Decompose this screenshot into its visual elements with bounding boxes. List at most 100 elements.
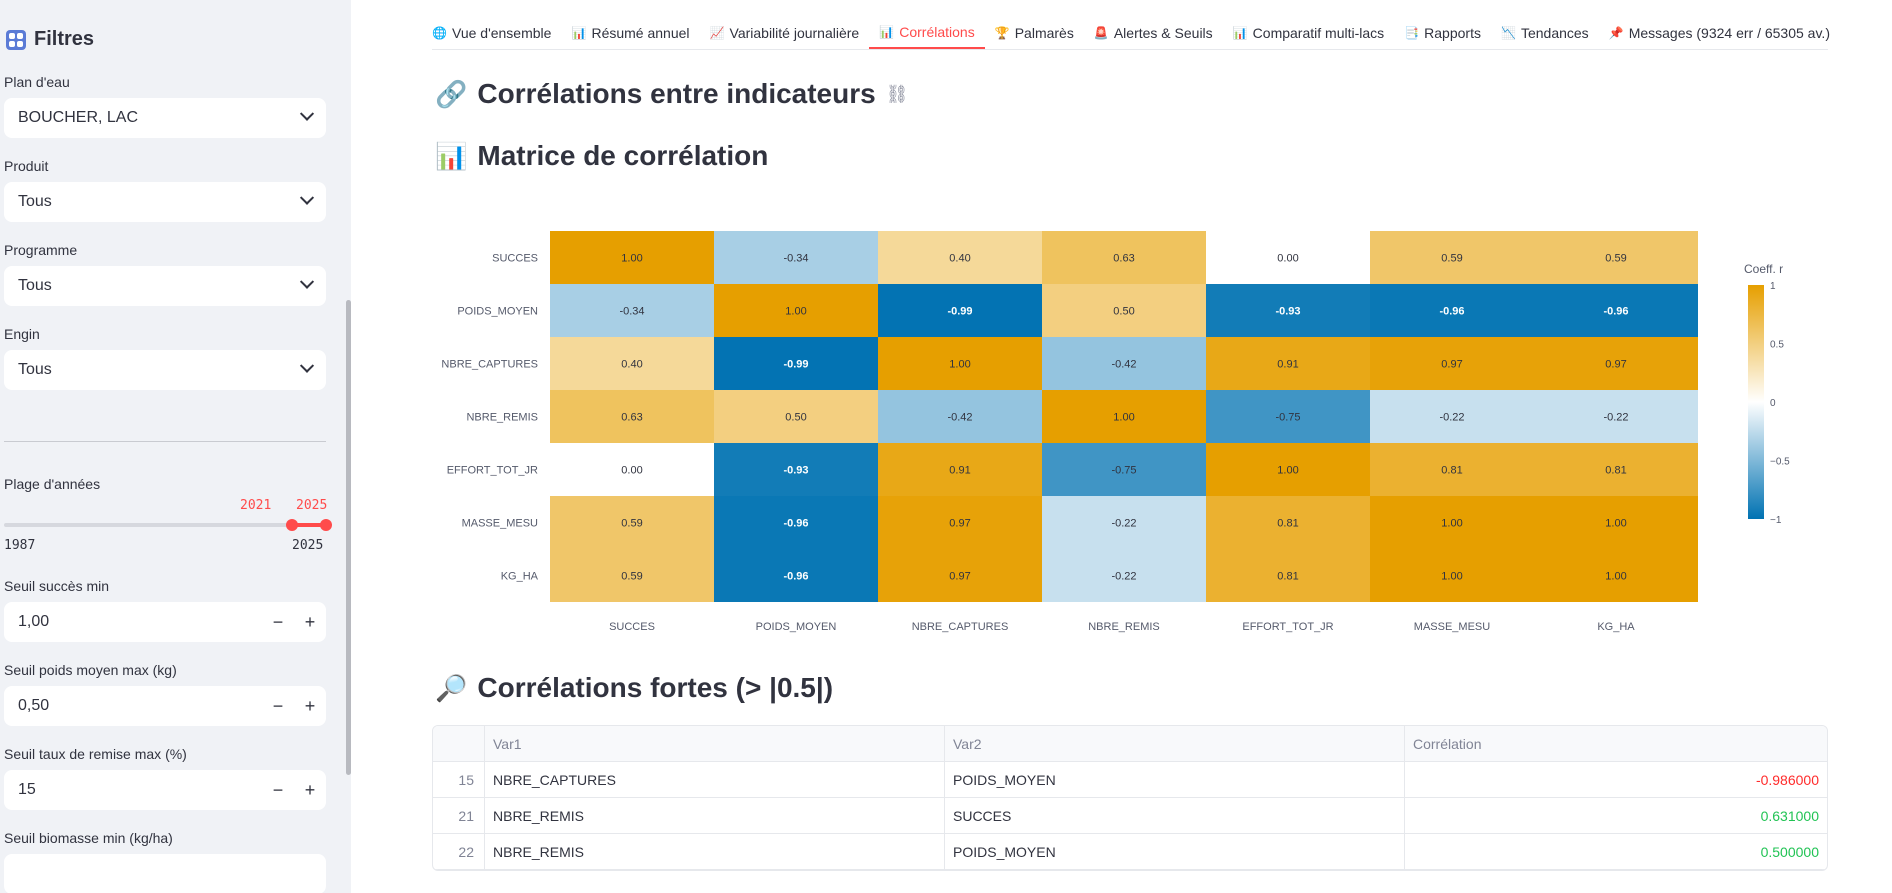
tab-label: Tendances bbox=[1520, 24, 1589, 41]
succes-number-input[interactable]: 1,00 − + bbox=[4, 602, 326, 642]
heatmap-x-tick-label: NBRE_REMIS bbox=[1088, 621, 1160, 633]
tab-8[interactable]: 📉 Tendances bbox=[1491, 16, 1599, 49]
years-slider-high-handle[interactable] bbox=[320, 519, 332, 531]
chevron-down-icon bbox=[299, 358, 315, 373]
heatmap-y-tick-label: EFFORT_TOT_JR bbox=[447, 465, 538, 477]
heatmap-cell-label: 0.40 bbox=[621, 359, 642, 371]
engin-select[interactable]: Tous bbox=[4, 350, 326, 390]
heatmap-x-tick-label: POIDS_MOYEN bbox=[756, 621, 837, 633]
heatmap-cell-label: 0.59 bbox=[1605, 253, 1626, 265]
heatmap-cell-label: 0.50 bbox=[785, 412, 806, 424]
tab-bar: 🌐 Vue d'ensemble 📊 Résumé annuel 📈 Variabilit… bbox=[432, 16, 1830, 50]
row-var2[interactable]: SUCCES bbox=[945, 798, 1405, 833]
tab-4[interactable]: 🏆 Palmarès bbox=[985, 16, 1084, 49]
plan-select-value: BOUCHER, LAC bbox=[18, 109, 139, 126]
row-var1[interactable]: NBRE_CAPTURES bbox=[485, 762, 945, 797]
years-low-value: 2021 bbox=[240, 498, 272, 513]
strong-corr-table[interactable]: Var1 Var2 Corrélation 15 NBRE_CAPTURES POI… bbox=[432, 725, 1828, 871]
row-index: 21 bbox=[433, 798, 485, 833]
tab-2[interactable]: 📈 Variabilité journalière bbox=[700, 16, 870, 49]
tab-5[interactable]: 🚨 Alertes & Seuils bbox=[1084, 16, 1223, 49]
succes-increment-button[interactable]: + bbox=[294, 612, 326, 633]
heatmap-cell-label: 0.97 bbox=[949, 518, 970, 530]
produit-select-value: Tous bbox=[18, 193, 52, 210]
produit-select[interactable]: Tous bbox=[4, 182, 326, 222]
tab-7[interactable]: 📑 Rapports bbox=[1394, 16, 1491, 49]
correlation-heatmap[interactable]: 1.00 -0.34 0.40 0.63 0.00 0.59 0.59 SUCCES -0.34… bbox=[430, 225, 1810, 645]
plan-label: Plan d'eau bbox=[4, 74, 70, 90]
heatmap-cell-label: 1.00 bbox=[785, 306, 806, 318]
poids-number-input[interactable]: 0,50 − + bbox=[4, 686, 326, 726]
poids-label: Seuil poids moyen max (kg) bbox=[4, 662, 177, 678]
trophy-icon: 🏆 bbox=[994, 25, 1010, 40]
biomasse-label: Seuil biomasse min (kg/ha) bbox=[4, 830, 173, 846]
heatmap-cell-label: -0.93 bbox=[783, 465, 808, 477]
filter-grid-icon bbox=[6, 29, 26, 50]
anchor-link-icon[interactable]: ⛓ bbox=[886, 84, 909, 105]
biomasse-number-input[interactable] bbox=[4, 854, 326, 893]
tab-0[interactable]: 🌐 Vue d'ensemble bbox=[432, 16, 561, 49]
remise-number-input[interactable]: 15 − + bbox=[4, 770, 326, 810]
sidebar-scrollbar[interactable] bbox=[346, 300, 351, 775]
poids-increment-button[interactable]: + bbox=[294, 696, 326, 717]
years-slider-track[interactable] bbox=[4, 523, 326, 527]
heatmap-cell-label: 0.97 bbox=[949, 571, 970, 583]
table-header-var1[interactable]: Var1 bbox=[485, 726, 945, 761]
poids-value[interactable]: 0,50 bbox=[18, 697, 262, 715]
heatmap-x-tick-label: SUCCES bbox=[609, 621, 655, 633]
heatmap-cell-label: 0.00 bbox=[1277, 253, 1298, 265]
row-var1[interactable]: NBRE_REMIS bbox=[485, 834, 945, 869]
heatmap-cell-label: 0.59 bbox=[1441, 253, 1462, 265]
heatmap-y-tick-label: MASSE_MESU bbox=[462, 518, 538, 530]
tab-label: Corrélations bbox=[899, 23, 975, 40]
table-header-correlation[interactable]: Corrélation bbox=[1405, 726, 1827, 761]
heatmap-x-tick-label: NBRE_CAPTURES bbox=[912, 621, 1009, 633]
tab-label: Variabilité journalière bbox=[729, 24, 860, 41]
engin-select-value: Tous bbox=[18, 361, 52, 378]
row-var1[interactable]: NBRE_REMIS bbox=[485, 798, 945, 833]
tab-3[interactable]: 📊 Corrélations bbox=[869, 16, 985, 49]
line-chart-icon: 📈 bbox=[709, 25, 725, 40]
table-row[interactable]: 22 NBRE_REMIS POIDS_MOYEN 0.500000 bbox=[433, 834, 1827, 870]
succes-value[interactable]: 1,00 bbox=[18, 613, 262, 631]
succes-decrement-button[interactable]: − bbox=[262, 612, 294, 633]
remise-label: Seuil taux de remise max (%) bbox=[4, 746, 187, 762]
page-title: 🔗 Corrélations entre indicateurs ⛓ bbox=[435, 78, 909, 110]
heatmap-y-tick-label: NBRE_REMIS bbox=[466, 412, 538, 424]
table-row[interactable]: 21 NBRE_REMIS SUCCES 0.631000 bbox=[433, 798, 1827, 834]
row-correlation[interactable]: 0.631000 bbox=[1405, 798, 1827, 833]
row-var2[interactable]: POIDS_MOYEN bbox=[945, 834, 1405, 869]
heatmap-cell-label: 1.00 bbox=[621, 253, 642, 265]
table-header-var2[interactable]: Var2 bbox=[945, 726, 1405, 761]
plan-select[interactable]: BOUCHER, LAC bbox=[4, 98, 326, 138]
strong-title-text: Corrélations fortes (> |0.5|) bbox=[477, 672, 834, 703]
matrix-section-title: 📊 Matrice de corrélation bbox=[435, 140, 768, 172]
row-correlation[interactable]: 0.500000 bbox=[1405, 834, 1827, 869]
remise-decrement-button[interactable]: − bbox=[262, 780, 294, 801]
heatmap-cell-label: 0.97 bbox=[1441, 359, 1462, 371]
bar-chart-icon: 📊 bbox=[1232, 25, 1248, 40]
bar-chart-icon: 📊 bbox=[571, 25, 587, 40]
tab-6[interactable]: 📊 Comparatif multi-lacs bbox=[1223, 16, 1394, 49]
table-row[interactable]: 15 NBRE_CAPTURES POIDS_MOYEN -0.986000 bbox=[433, 762, 1827, 798]
poids-decrement-button[interactable]: − bbox=[262, 696, 294, 717]
heatmap-cell-label: 1.00 bbox=[1441, 571, 1462, 583]
row-correlation[interactable]: -0.986000 bbox=[1405, 762, 1827, 797]
heatmap-cell-label: 1.00 bbox=[1605, 518, 1626, 530]
years-slider-low-handle[interactable] bbox=[286, 519, 298, 531]
sidebar-title: Filtres bbox=[6, 28, 94, 51]
tab-1[interactable]: 📊 Résumé annuel bbox=[561, 16, 699, 49]
row-var2[interactable]: POIDS_MOYEN bbox=[945, 762, 1405, 797]
matrix-title-text: Matrice de corrélation bbox=[477, 140, 769, 171]
heatmap-cell-label: -0.22 bbox=[1439, 412, 1464, 424]
heatmap-cell-label: 0.63 bbox=[1113, 253, 1134, 265]
heatmap-cell-label: -0.99 bbox=[947, 306, 972, 318]
report-icon: 📑 bbox=[1404, 25, 1420, 40]
heatmap-cell-label: 0.81 bbox=[1277, 571, 1298, 583]
tab-9[interactable]: 📌 Messages (9324 err / 65305 av.) bbox=[1599, 16, 1840, 49]
heatmap-cell-label: 1.00 bbox=[949, 359, 970, 371]
heatmap-cell-label: 1.00 bbox=[1441, 518, 1462, 530]
programme-select[interactable]: Tous bbox=[4, 266, 326, 306]
remise-increment-button[interactable]: + bbox=[294, 780, 326, 801]
remise-value[interactable]: 15 bbox=[18, 781, 262, 799]
